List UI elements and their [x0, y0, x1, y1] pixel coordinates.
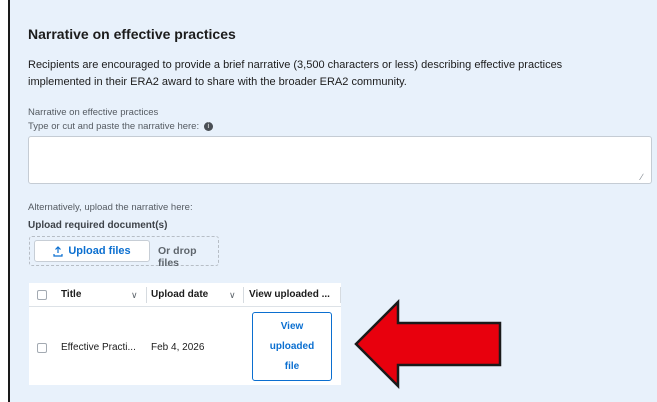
info-icon[interactable]: i [203, 121, 213, 131]
row-checkbox[interactable] [37, 343, 47, 353]
drop-files-text: Or drop files [158, 245, 197, 269]
chevron-down-icon[interactable]: ∨ [131, 283, 138, 307]
table-header: Title ∨ Upload date ∨ View uploaded ... [29, 283, 341, 307]
narrative-field-sublabel: Type or cut and paste the narrative here… [28, 121, 200, 132]
column-header-upload-date[interactable]: Upload date [151, 283, 208, 307]
narrative-field-label: Narrative on effective practices [28, 107, 159, 118]
upload-alt-label: Alternatively, upload the narrative here… [28, 202, 193, 213]
uploaded-files-table: Title ∨ Upload date ∨ View uploaded ... … [29, 283, 341, 385]
chevron-down-icon[interactable]: ∨ [229, 283, 236, 307]
view-uploaded-file-button[interactable]: View uploaded file [252, 312, 332, 381]
upload-files-label: Upload files [68, 245, 131, 257]
select-all-checkbox[interactable] [37, 290, 47, 300]
column-header-title[interactable]: Title [61, 283, 81, 307]
upload-required-label: Upload required document(s) [28, 220, 168, 231]
narrative-textarea[interactable] [28, 136, 652, 184]
resize-grip-icon[interactable]: ∕ [641, 173, 650, 182]
narrative-panel: Narrative on effective practices Recipie… [8, 0, 657, 402]
section-title: Narrative on effective practices [28, 26, 236, 42]
upload-files-button[interactable]: Upload files [34, 240, 150, 262]
upload-icon [53, 245, 63, 257]
red-arrow-annotation [354, 298, 502, 390]
narrative-field-sublabel-row: Type or cut and paste the narrative here… [28, 121, 213, 132]
row-title[interactable]: Effective Practi... [61, 342, 136, 353]
file-drop-zone[interactable]: Upload files Or drop files [29, 236, 219, 269]
section-description: Recipients are encouraged to provide a b… [28, 59, 563, 88]
column-header-view-uploaded: View uploaded ... [249, 289, 330, 300]
row-upload-date: Feb 4, 2026 [151, 342, 205, 353]
